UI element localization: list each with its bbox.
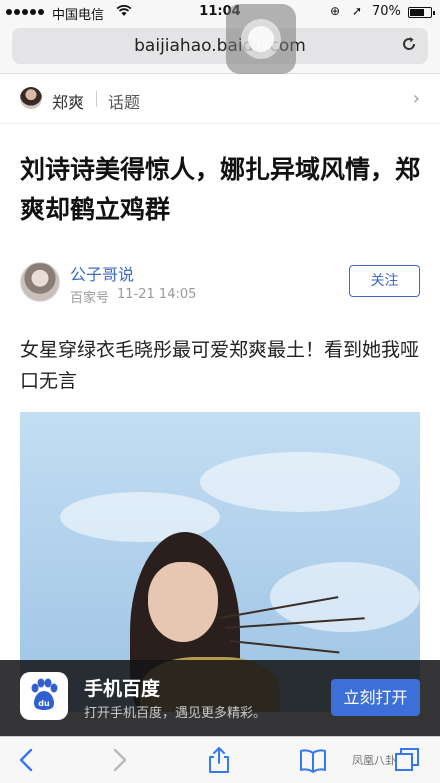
article-title: 刘诗诗美得惊人，娜扎异域风情，郑爽却鹤立鸡群 (20, 155, 421, 224)
forward-arrow-icon[interactable] (104, 745, 134, 775)
app-promo-banner[interactable]: du 手机百度 打开手机百度，遇见更多精彩。 立刻打开 (0, 660, 440, 736)
watermark: 凤凰八卦 (352, 754, 396, 767)
topic-name: 郑爽 (52, 93, 85, 112)
address-bar[interactable]: baijiahao.baidu.com (12, 28, 428, 64)
open-app-button[interactable]: 立刻打开 (331, 679, 420, 716)
promo-title: 手机百度 (84, 678, 161, 700)
address-url[interactable]: baijiahao.baidu.com (12, 36, 428, 56)
status-bar: 中国电信 11:04 ⊕ ➚ 70% (0, 0, 440, 24)
battery-percent: 70% (372, 4, 401, 19)
chevron-right-icon: › (412, 88, 420, 109)
share-icon[interactable] (204, 745, 234, 775)
author-source: 百家号 (70, 291, 110, 306)
reload-icon[interactable] (400, 35, 418, 58)
author-name[interactable]: 公子哥说 (70, 261, 134, 285)
baidu-paw-icon: du (20, 672, 68, 720)
topic-divider (96, 91, 97, 107)
tabs-icon[interactable] (392, 745, 422, 775)
article-lead: 女星穿绿衣毛晓彤最可爱郑爽最土！看到她我哑口无言 (20, 339, 420, 392)
promo-subtitle: 打开手机百度，遇见更多精彩。 (84, 706, 267, 721)
orientation-lock-icon: ⊕ (330, 4, 341, 18)
author-meta: 百家号 11-21 14:05 (70, 287, 196, 306)
back-arrow-icon[interactable] (12, 745, 42, 775)
topic-row[interactable]: 郑爽 话题 › (0, 78, 440, 124)
topic-tag: 话题 (108, 93, 141, 112)
topic-avatar (20, 87, 42, 109)
publish-date: 11-21 14:05 (117, 287, 197, 302)
author-avatar[interactable] (20, 262, 60, 302)
follow-button[interactable]: 关注 (349, 265, 420, 297)
svg-text:du: du (38, 699, 50, 708)
location-arrow-icon: ➚ (352, 4, 363, 18)
assistive-touch-button[interactable] (226, 4, 296, 74)
browser-address-area: baijiahao.baidu.com (0, 24, 440, 74)
bookmarks-icon[interactable] (298, 745, 328, 775)
battery-icon (408, 7, 435, 18)
